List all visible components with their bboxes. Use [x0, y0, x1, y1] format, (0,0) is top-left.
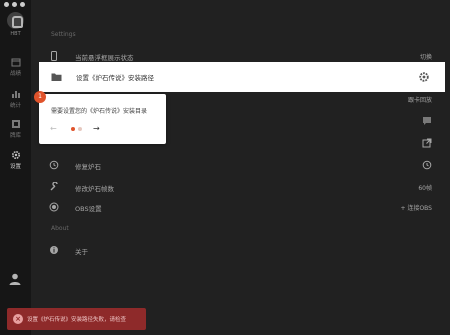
- cards-icon: [11, 120, 20, 128]
- history-icon: [49, 160, 59, 170]
- window-dot-icon[interactable]: [4, 2, 9, 7]
- step-badge: 1: [34, 91, 46, 103]
- tour-prev-button[interactable]: ←: [50, 124, 57, 133]
- sidebar-item-label: 统计: [9, 103, 21, 109]
- window-dot-icon[interactable]: [12, 2, 17, 7]
- settings-panel: Settings 当前悬浮框展示状态 切换 跟卡回放 修复炉石 修改炉石帧数 6…: [31, 0, 450, 335]
- sidebar-item-record[interactable]: 战绩: [0, 57, 31, 77]
- gear-icon[interactable]: [418, 71, 430, 83]
- settings-row-fps[interactable]: 修改炉石帧数 60帧: [31, 176, 450, 198]
- sidebar-item-label: 设置: [9, 164, 21, 170]
- settings-row-about[interactable]: 关于: [31, 239, 450, 261]
- tooltip-text: 需要设置您的《炉石传说》安装目录: [51, 108, 148, 115]
- gear-icon: [11, 150, 20, 160]
- toast-message: 设置《炉石传说》安装路径失败，请检查: [27, 317, 127, 323]
- folder-icon: [51, 73, 62, 81]
- fps-select[interactable]: 60帧: [418, 183, 432, 192]
- sidebar-item-settings[interactable]: 设置: [0, 150, 31, 170]
- row-label: 当前悬浮框展示状态: [75, 54, 134, 62]
- error-icon: ×: [13, 314, 23, 324]
- row-label: OBS设置: [75, 205, 102, 213]
- info-icon: [50, 246, 58, 254]
- error-toast: × 设置《炉石传说》安装路径失败，请检查: [7, 308, 146, 330]
- history-icon[interactable]: [422, 160, 432, 170]
- calendar-icon: [11, 58, 20, 67]
- sidebar-item-label: 战绩: [9, 71, 21, 77]
- person-icon[interactable]: [8, 272, 22, 286]
- chat-icon[interactable]: [422, 116, 432, 126]
- app-name: HBT: [10, 31, 21, 37]
- row-label: 关于: [75, 248, 88, 256]
- sidebar-item-stats[interactable]: 统计: [0, 89, 31, 109]
- row-label: 修复炉石: [75, 163, 101, 171]
- open-external-icon[interactable]: [422, 138, 432, 148]
- wrench-icon: [50, 182, 58, 191]
- target-icon: [49, 202, 59, 212]
- row-label: 设置《炉石传说》安装路径: [76, 74, 154, 82]
- phone-icon: [51, 51, 57, 61]
- sidebar-item-label: 牌库: [9, 133, 21, 139]
- replay-select[interactable]: 跟卡回放: [408, 95, 432, 104]
- progress-dot: [78, 127, 82, 131]
- settings-row-obs[interactable]: OBS设置 + 连接OBS: [31, 196, 450, 218]
- window-dot-icon[interactable]: [20, 2, 25, 7]
- section-title-settings: Settings: [51, 31, 76, 38]
- toggle-button[interactable]: 切换: [420, 52, 432, 61]
- tour-progress-dots: [71, 127, 82, 131]
- window-controls[interactable]: [4, 2, 25, 7]
- tour-next-button[interactable]: →: [93, 124, 100, 133]
- sidebar: HBT 战绩 统计 牌库 设置: [0, 0, 31, 335]
- app-logo-icon: [7, 12, 24, 29]
- settings-row-repair[interactable]: 修复炉石: [31, 154, 450, 176]
- settings-row-install-path[interactable]: 设置《炉石传说》安装路径: [39, 62, 445, 92]
- bar-chart-icon: [11, 91, 20, 98]
- sidebar-item-cards[interactable]: 牌库: [0, 119, 31, 139]
- tour-tooltip: 需要设置您的《炉石传说》安装目录: [39, 94, 166, 144]
- progress-dot-active: [71, 127, 75, 131]
- section-title-about: About: [51, 225, 69, 232]
- row-label: 修改炉石帧数: [75, 185, 114, 193]
- connect-obs-button[interactable]: + 连接OBS: [401, 203, 432, 212]
